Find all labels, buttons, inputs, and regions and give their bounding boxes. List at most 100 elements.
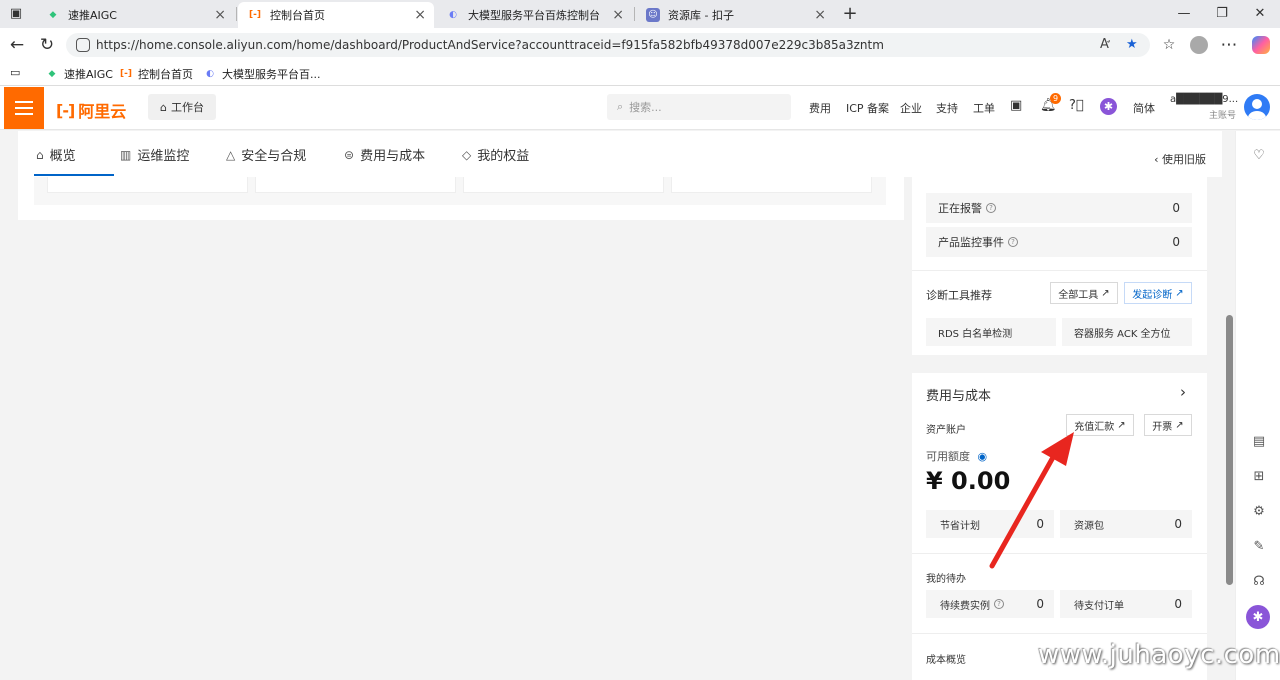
tab-benefits[interactable]: ◇ 我的权益 — [462, 145, 530, 165]
unpaid-label: 待支付订单 — [1074, 600, 1124, 612]
tab-cost[interactable]: ⊜ 费用与成本 — [344, 145, 425, 165]
favorites-icon[interactable]: ☆ — [1158, 34, 1180, 56]
close-tab-icon[interactable]: × — [414, 7, 426, 23]
maximize-icon[interactable]: ❐ — [1210, 3, 1234, 23]
health-icon[interactable]: ♡ — [1249, 145, 1269, 165]
tab-label: 安全与合规 — [241, 149, 307, 164]
product-card[interactable] — [47, 177, 248, 193]
scroll-thumb[interactable] — [1226, 315, 1233, 585]
coin-icon: ⊜ — [344, 147, 355, 162]
watermark-text: www.juhaoyc.com — [1038, 640, 1280, 670]
search-icon: ⌕ — [617, 100, 624, 113]
tab-title: 资源库 - 扣子 — [668, 9, 734, 22]
help-icon[interactable]: ? — [986, 203, 996, 213]
available-amount: ¥ 0.00 — [926, 467, 1011, 495]
nav-support[interactable]: 支持 — [936, 100, 958, 116]
language-switch[interactable]: 简体 — [1133, 100, 1155, 116]
active-tab-indicator — [34, 174, 114, 176]
browser-tab-bailian[interactable]: ◐ 大模型服务平台百炼控制台 × — [436, 2, 632, 28]
close-window-icon[interactable]: ✕ — [1248, 3, 1272, 23]
alarming-row[interactable]: 正在报警? 0 — [926, 193, 1192, 223]
close-tab-icon[interactable]: × — [814, 7, 826, 23]
nav-icp[interactable]: ICP 备案 — [846, 100, 889, 116]
close-tab-icon[interactable]: × — [612, 7, 624, 23]
tool-ack[interactable]: 容器服务 ACK 全方位 — [1062, 318, 1192, 346]
read-aloud-icon[interactable]: A̛ — [1100, 37, 1109, 52]
nav-cost[interactable]: 费用 — [809, 100, 831, 116]
help-icon[interactable]: ? — [1008, 237, 1018, 247]
new-tab-icon[interactable]: + — [838, 3, 862, 24]
external-link-icon: ↗ — [1117, 419, 1126, 431]
right-column: 正在报警? 0 产品监控事件? 0 诊断工具推荐 全部工具 ↗ 发起诊断 ↗ RDS… — [912, 177, 1207, 680]
help-icon[interactable]: ? — [994, 599, 1004, 609]
billing-title[interactable]: 费用与成本 — [926, 385, 991, 404]
ai-assistant-icon[interactable]: ✱ — [1100, 98, 1117, 115]
nav-enterprise[interactable]: 企业 — [900, 100, 922, 116]
settings-icon[interactable]: ⚙ — [1249, 501, 1269, 521]
tab-label: 我的权益 — [477, 149, 530, 164]
cost-overview-title: 成本概览 — [926, 655, 966, 666]
favorite-star-icon[interactable]: ★ — [1126, 37, 1138, 52]
profile-icon[interactable] — [1188, 34, 1210, 56]
renew-row[interactable]: 待续费实例? 0 — [926, 590, 1054, 618]
invoice-button[interactable]: 开票 ↗ — [1144, 414, 1192, 436]
browser-tab-coze[interactable]: ☺ 资源库 - 扣子 × — [636, 2, 834, 28]
tab-security[interactable]: △ 安全与合规 — [226, 145, 307, 165]
minimize-icon[interactable]: — — [1172, 3, 1196, 23]
bookmark-bailian[interactable]: ◐ 大模型服务平台百... — [204, 66, 320, 82]
console-search-input[interactable]: ⌕ 搜索... — [607, 94, 791, 120]
tab-title: 控制台首页 — [270, 9, 325, 22]
product-card[interactable] — [463, 177, 664, 193]
bookmarks-menu-icon[interactable]: ▭ — [10, 66, 20, 79]
monitor-events-row[interactable]: 产品监控事件? 0 — [926, 227, 1192, 257]
account-info[interactable]: a██████9... 主账号 — [1170, 94, 1238, 121]
tool-rds-whitelist[interactable]: RDS 白名单检测 — [926, 318, 1056, 346]
url-field[interactable]: https://home.console.aliyun.com/home/das… — [66, 33, 1150, 57]
chevron-right-icon[interactable]: › — [1180, 383, 1186, 401]
old-version-link[interactable]: ‹ 使用旧版 — [1154, 151, 1206, 167]
bookmark-sutui[interactable]: ◆ 速推AIGC — [46, 66, 113, 82]
nav-ticket[interactable]: 工单 — [973, 100, 995, 116]
avatar[interactable] — [1244, 94, 1270, 120]
help-icon[interactable]: ?⃝ — [1069, 98, 1084, 113]
savings-plan-label: 节省计划 — [940, 520, 980, 532]
menu-hamburger-icon[interactable] — [4, 87, 44, 129]
resource-pack-label: 资源包 — [1074, 520, 1104, 532]
aliyun-logo[interactable]: [-] 阿里云 — [56, 98, 126, 122]
bookmark-console[interactable]: [-] 控制台首页 — [120, 66, 193, 82]
events-value: 0 — [1172, 235, 1180, 249]
terminal-icon[interactable]: ▣ — [1010, 98, 1022, 113]
copilot-icon[interactable] — [1250, 34, 1272, 56]
product-card[interactable] — [671, 177, 872, 193]
browser-tab-console[interactable]: [-] 控制台首页 × — [238, 2, 434, 28]
resource-pack-row[interactable]: 资源包 0 — [1060, 510, 1192, 538]
unpaid-row[interactable]: 待支付订单 0 — [1060, 590, 1192, 618]
all-tools-button[interactable]: 全部工具 ↗ — [1050, 282, 1118, 304]
back-icon[interactable]: ← — [6, 34, 28, 56]
product-card[interactable] — [255, 177, 456, 193]
bookmark-label: 速推AIGC — [64, 68, 113, 81]
sutui-favicon-icon: ◆ — [48, 69, 56, 79]
headset-icon[interactable]: ☊ — [1249, 571, 1269, 591]
document-icon[interactable]: ▤ — [1249, 431, 1269, 451]
aliyun-favicon-icon: [-] — [120, 69, 132, 79]
browser-tab-sutui[interactable]: ◆ 速推AIGC × — [36, 2, 234, 28]
reload-icon[interactable]: ↻ — [36, 34, 58, 56]
site-info-icon[interactable] — [76, 38, 90, 52]
workbench-button[interactable]: ⌂ 工作台 — [148, 94, 216, 120]
edit-icon[interactable]: ✎ — [1249, 536, 1269, 556]
tab-overview[interactable]: ⌂ 概览 — [36, 145, 76, 165]
ai-assistant-icon[interactable]: ✱ — [1246, 605, 1270, 629]
page-scrollbar[interactable] — [1224, 132, 1235, 672]
tab-actions-icon[interactable]: ▣ — [4, 3, 28, 23]
more-menu-icon[interactable]: ⋯ — [1218, 34, 1240, 56]
recharge-button[interactable]: 充值汇款 ↗ — [1066, 414, 1134, 436]
savings-plan-row[interactable]: 节省计划 0 — [926, 510, 1054, 538]
close-tab-icon[interactable]: × — [214, 7, 226, 23]
start-diagnosis-button[interactable]: 发起诊断 ↗ — [1124, 282, 1192, 304]
eye-icon[interactable]: ◉ — [978, 450, 988, 463]
alarming-label: 正在报警 — [938, 202, 982, 215]
chip-icon[interactable]: ⊞ — [1249, 466, 1269, 486]
tab-ops-monitor[interactable]: ▥ 运维监控 — [120, 145, 189, 165]
sutui-favicon-icon: ◆ — [49, 10, 57, 20]
